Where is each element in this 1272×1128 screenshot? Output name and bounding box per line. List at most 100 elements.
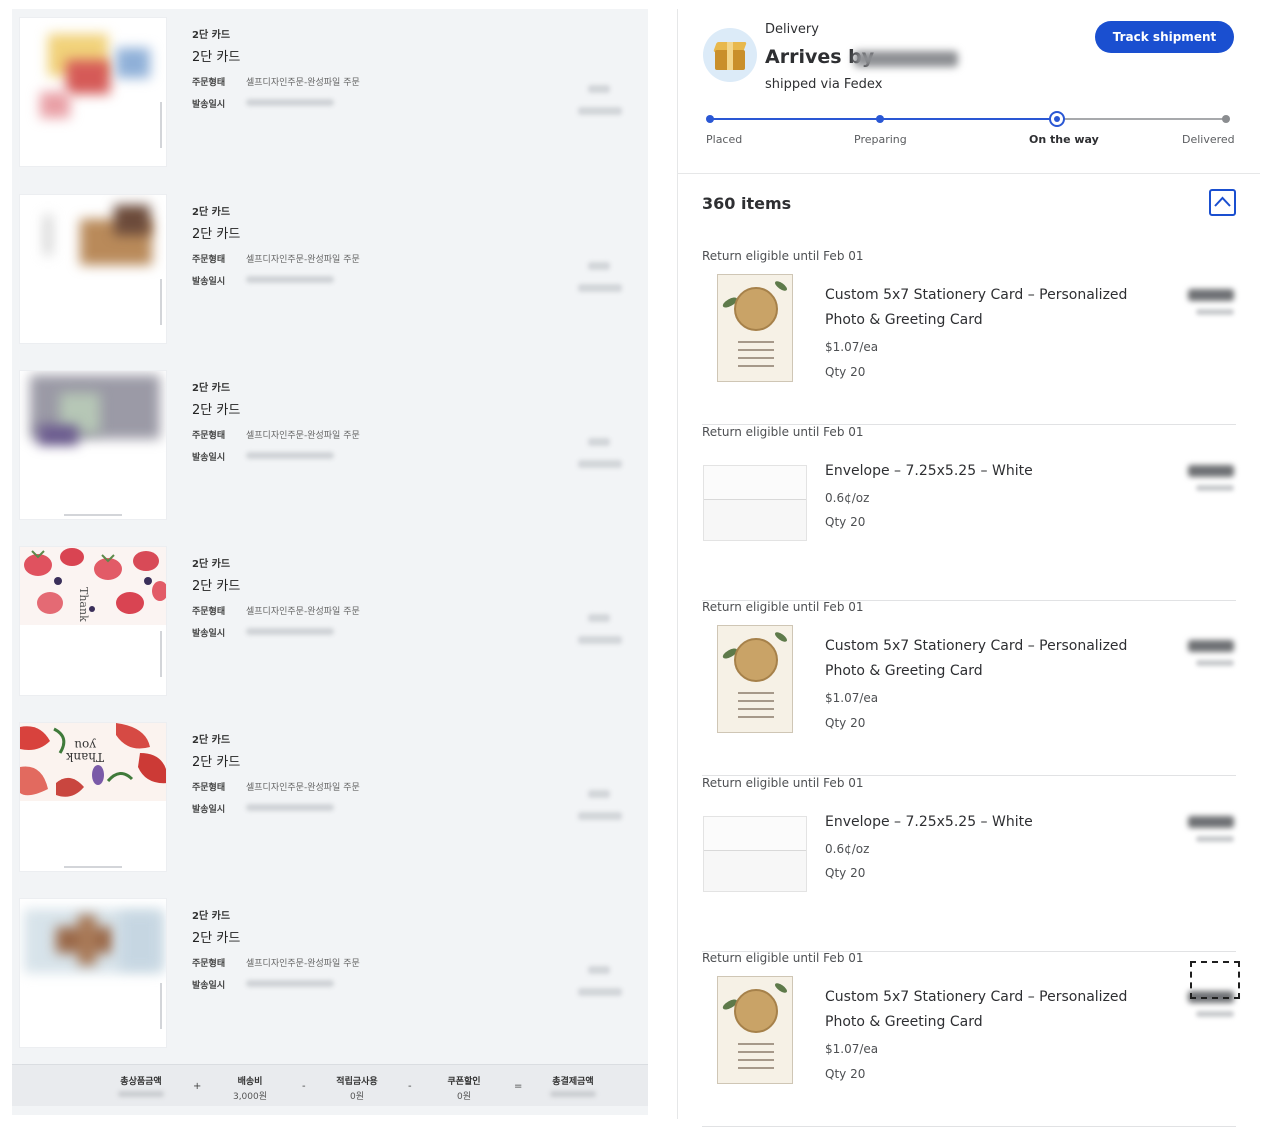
product-name[interactable]: Envelope – 7.25x5.25 – White [825,810,1170,835]
price-redacted [578,636,622,644]
order-type-label: 주문형태 [192,431,226,441]
card-type-label: 2단 카드 [192,735,231,746]
unit-price: $1.07/ea [825,1042,879,1056]
return-eligibility: Return eligible until Feb 01 [702,951,864,965]
arrival-date-redacted [854,51,958,67]
order-type-value: 셀프디자인주문-완성파일 주문 [246,607,360,617]
order-item: 2단 카드 2단 카드 주문형태 셀프디자인주문-완성파일 주문 발송일시 [12,17,648,193]
shipment-product-card: Return eligible until Feb 01 Custom 5x7 … [702,249,1236,425]
ship-date-value-redacted [246,99,334,106]
card-title: 2단 카드 [192,755,241,770]
product-image[interactable] [717,274,793,382]
coupon-discount: 쿠폰할인 0원 [447,1077,481,1102]
ship-date-label: 발송일시 [192,629,226,639]
original-price-redacted [1196,485,1234,491]
card-type-label: 2단 카드 [192,30,231,41]
quantity-redacted [588,614,610,622]
unit-price: 0.6¢/oz [825,842,870,856]
korean-order-list-panel: 2단 카드 2단 카드 주문형태 셀프디자인주문-완성파일 주문 발송일시 2단… [12,9,648,1115]
svg-text:Thank: Thank [77,587,90,622]
product-thumbnail[interactable]: Thank you [19,722,167,872]
return-eligibility: Return eligible until Feb 01 [702,425,864,439]
quantity: Qty 20 [825,716,866,730]
step-dot-current [1049,111,1065,127]
collapse-items-button[interactable] [1209,189,1236,216]
delivery-heading: Delivery [765,22,819,37]
order-type-label: 주문형태 [192,783,226,793]
ship-date-value-redacted [246,804,334,811]
unit-price: $1.07/ea [825,340,879,354]
quantity: Qty 20 [825,866,866,880]
selection-highlight [1190,961,1240,999]
return-eligibility: Return eligible until Feb 01 [702,600,864,614]
original-price-redacted [1196,836,1234,842]
card-type-label: 2단 카드 [192,911,231,922]
card-type-label: 2단 카드 [192,207,231,218]
section-divider [678,173,1260,174]
product-name[interactable]: Envelope – 7.25x5.25 – White [825,459,1170,484]
unit-price: $1.07/ea [825,691,879,705]
minus-operator: - [408,1081,412,1092]
total-payment-value-redacted [550,1091,596,1097]
product-thumbnail[interactable] [19,370,167,520]
card-title: 2단 카드 [192,931,241,946]
original-price-redacted [1196,660,1234,666]
card-title: 2단 카드 [192,579,241,594]
price-redacted [1188,816,1234,828]
step-dot-preparing [876,115,884,123]
ship-date-label: 발송일시 [192,805,226,815]
shipping-carrier: shipped via Fedex [765,77,883,92]
track-shipment-button[interactable]: Track shipment [1095,21,1234,53]
shipment-product-card: Return eligible until Feb 01 Envelope – … [702,776,1236,952]
step-label-delivered: Delivered [1182,133,1235,146]
order-total-summary: 총상품금액 + 배송비 3,000원 - 적립금사용 0원 - 쿠폰할인 0원 … [12,1064,648,1106]
order-type-label: 주문형태 [192,78,226,88]
quantity-redacted [588,262,610,270]
minus-operator: - [302,1081,306,1092]
step-dot-placed [706,115,714,123]
price-redacted [578,460,622,468]
original-price-redacted [1196,309,1234,315]
shipping-fee: 배송비 3,000원 [232,1077,268,1102]
order-item: 2단 카드 2단 카드 주문형태 셀프디자인주문-완성파일 주문 발송일시 [12,898,648,1074]
ship-date-label: 발송일시 [192,277,226,287]
ship-date-value-redacted [246,452,334,459]
package-icon [703,28,757,82]
ship-date-value-redacted [246,628,334,635]
product-name[interactable]: Custom 5x7 Stationery Card – Personalize… [825,634,1170,684]
order-type-value: 셀프디자인주문-완성파일 주문 [246,783,360,793]
floral-pattern-image: Thank you [20,723,166,801]
order-type-value: 셀프디자인주문-완성파일 주문 [246,78,360,88]
quantity: Qty 20 [825,1067,866,1081]
price-redacted [578,284,622,292]
order-item: 2단 카드 2단 카드 주문형태 셀프디자인주문-완성파일 주문 발송일시 [12,194,648,370]
total-products-amount: 총상품금액 [108,1074,174,1097]
plus-operator: + [193,1081,202,1092]
product-thumbnail[interactable] [19,898,167,1048]
step-label-placed: Placed [706,133,743,146]
ship-date-value-redacted [246,980,334,987]
product-thumbnail[interactable]: Thank [19,546,167,696]
price-redacted [578,812,622,820]
chevron-up-icon [1214,196,1231,207]
progress-pending-line [1057,118,1226,120]
product-image[interactable] [717,976,793,1084]
delivery-details-panel: Delivery Arrives by shipped via Fedex Tr… [678,9,1260,1127]
product-image[interactable] [703,816,807,892]
product-thumbnail[interactable] [19,194,167,344]
product-name[interactable]: Custom 5x7 Stationery Card – Personalize… [825,283,1170,333]
ship-date-label: 발송일시 [192,100,226,110]
return-eligibility: Return eligible until Feb 01 [702,776,864,790]
card-title: 2단 카드 [192,403,241,418]
product-image[interactable] [703,465,807,541]
strawberry-pattern-image: Thank [20,547,166,625]
equals-operator: = [514,1081,523,1092]
step-dot-delivered [1222,115,1230,123]
product-name[interactable]: Custom 5x7 Stationery Card – Personalize… [825,985,1170,1035]
product-image[interactable] [717,625,793,733]
quantity-redacted [588,85,610,93]
card-type-label: 2단 카드 [192,383,231,394]
product-thumbnail[interactable] [19,17,167,167]
quantity-redacted [588,790,610,798]
order-type-label: 주문형태 [192,607,226,617]
